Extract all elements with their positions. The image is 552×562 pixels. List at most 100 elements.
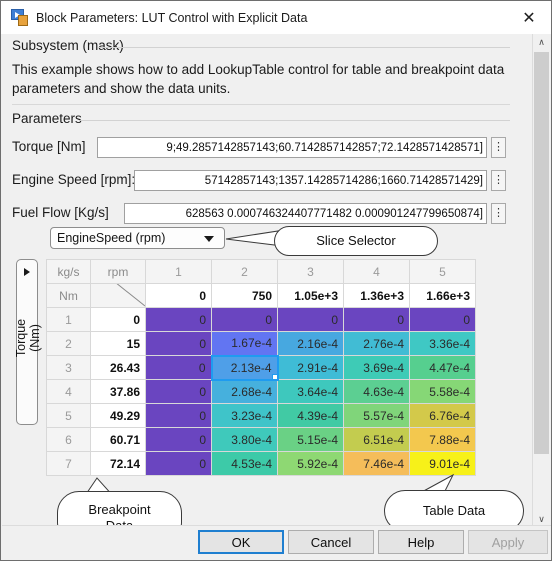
slice-selector-dropdown[interactable]: EngineSpeed (rpm)	[50, 227, 225, 249]
dialog-footer: OK Cancel Help Apply	[2, 525, 551, 559]
table-data-cell[interactable]: 5.92e-4	[277, 451, 344, 476]
parameter-input-engine-speed[interactable]: 57142857143;1357.14285714286;1660.714285…	[134, 170, 487, 191]
parameter-label-fuel-flow: Fuel Flow [Kg/s]	[12, 205, 109, 220]
table-data-cell[interactable]: 0	[211, 307, 278, 332]
row-breakpoint-value[interactable]: 37.86	[90, 379, 146, 404]
row-index-header[interactable]: 1	[46, 307, 91, 332]
parameter-menu-engine-speed[interactable]: ⋮	[491, 170, 506, 191]
parameter-input-fuel-flow[interactable]: 628563 0.000746324407771482 0.0009012477…	[124, 203, 487, 224]
table-data-cell[interactable]: 2.13e-4	[210, 354, 279, 381]
table-data-cell[interactable]: 0	[145, 355, 212, 380]
column-index-header[interactable]: 3	[277, 259, 344, 284]
row-index-header[interactable]: 2	[46, 331, 91, 356]
row-breakpoint-value[interactable]: 60.71	[90, 427, 146, 452]
column-breakpoint-value[interactable]: 750	[211, 283, 278, 308]
column-index-header[interactable]: 5	[409, 259, 476, 284]
title-bar: Block Parameters: LUT Control with Expli…	[1, 1, 551, 34]
row-breakpoint-value[interactable]: 0	[90, 307, 146, 332]
table-data-cell[interactable]: 3.80e-4	[211, 427, 278, 452]
table-data-cell[interactable]: 0	[145, 403, 212, 428]
apply-button: Apply	[468, 530, 548, 554]
table-data-cell[interactable]: 7.88e-4	[409, 427, 476, 452]
chevron-right-icon	[24, 268, 30, 276]
table-data-cell[interactable]: 7.46e-4	[343, 451, 410, 476]
parameter-input-torque[interactable]: 9;49.2857142857143;60.7142857142857;72.1…	[97, 137, 487, 158]
table-data-cell[interactable]: 2.16e-4	[277, 331, 344, 356]
table-row: 2 15 0 1.67e-4 2.16e-4 2.76e-4 3.36e-4	[46, 331, 476, 356]
cancel-button[interactable]: Cancel	[288, 530, 374, 554]
table-header-row-breakpoints: Nm 0 750 1.05e+3 1.36e+3 1.66e+3	[46, 283, 476, 308]
table-row: 3 26.43 0 2.13e-4 2.91e-4 3.69e-4 4.47e-4	[46, 354, 476, 381]
table-data-cell[interactable]: 3.69e-4	[343, 355, 410, 380]
column-breakpoint-value[interactable]: 1.05e+3	[277, 283, 344, 308]
corner-row-unit: Nm	[46, 283, 91, 308]
row-breakpoint-value[interactable]: 26.43	[90, 355, 146, 380]
table-data-cell[interactable]: 6.76e-4	[409, 403, 476, 428]
ok-button[interactable]: OK	[198, 530, 284, 554]
table-header-row-units: kg/s rpm 1 2 3 4 5	[46, 259, 476, 284]
table-data-cell[interactable]: 0	[145, 379, 212, 404]
row-index-header[interactable]: 7	[46, 451, 91, 476]
parameter-menu-torque[interactable]: ⋮	[491, 137, 506, 158]
parameter-menu-fuel-flow[interactable]: ⋮	[491, 203, 506, 224]
callout-slice-selector: Slice Selector	[274, 226, 438, 256]
divider-desc	[12, 104, 510, 105]
table-row: 6 60.71 0 3.80e-4 5.15e-4 6.51e-4 7.88e-4	[46, 427, 476, 452]
scroll-up-icon[interactable]: ∧	[533, 34, 550, 51]
row-index-header[interactable]: 4	[46, 379, 91, 404]
vertical-scrollbar[interactable]: ∧ ∨	[532, 34, 550, 528]
row-axis-selector[interactable]: Torque (Nm)	[14, 259, 42, 425]
chevron-down-icon	[204, 236, 214, 242]
table-data-cell[interactable]: 5.57e-4	[343, 403, 410, 428]
table-data-cell[interactable]: 5.58e-4	[409, 379, 476, 404]
parameter-label-engine-speed: Engine Speed [rpm]:	[12, 172, 136, 187]
table-data-cell[interactable]: 0	[409, 307, 476, 332]
table-data-cell[interactable]: 2.91e-4	[277, 355, 344, 380]
block-parameters-dialog: Block Parameters: LUT Control with Expli…	[0, 0, 552, 561]
corner-bp-unit: rpm	[90, 259, 146, 284]
lookup-table-grid: Torque (Nm) kg/s rpm 1 2 3 4 5 Nm 0 750 1.05e+3 1.3…	[14, 259, 510, 485]
column-breakpoint-value[interactable]: 1.36e+3	[343, 283, 410, 308]
table-data-cell[interactable]: 2.76e-4	[343, 331, 410, 356]
table-data-cell[interactable]: 1.67e-4	[211, 331, 278, 356]
table-data-cell[interactable]: 2.68e-4	[211, 379, 278, 404]
scrollbar-thumb[interactable]	[534, 52, 549, 454]
window-title: Block Parameters: LUT Control with Expli…	[36, 10, 308, 25]
help-button[interactable]: Help	[378, 530, 464, 554]
table-data-cell[interactable]: 5.15e-4	[277, 427, 344, 452]
column-index-header[interactable]: 4	[343, 259, 410, 284]
close-icon[interactable]: ✕	[507, 1, 551, 33]
table-data-cell[interactable]: 0	[343, 307, 410, 332]
row-index-header[interactable]: 3	[46, 355, 91, 380]
row-breakpoint-value[interactable]: 72.14	[90, 451, 146, 476]
table-data-cell[interactable]: 4.63e-4	[343, 379, 410, 404]
table-data-cell[interactable]: 4.47e-4	[409, 355, 476, 380]
row-breakpoint-value[interactable]: 49.29	[90, 403, 146, 428]
table-data-cell[interactable]: 0	[277, 307, 344, 332]
table-data-cell[interactable]: 0	[145, 427, 212, 452]
selection-resize-handle[interactable]	[271, 373, 276, 378]
corner-diagonal	[90, 283, 146, 308]
table-row: 5 49.29 0 3.23e-4 4.39e-4 5.57e-4 6.76e-4	[46, 403, 476, 428]
table-data-cell[interactable]: 9.01e-4	[409, 451, 476, 476]
parameter-row-fuel-flow: Fuel Flow [Kg/s] 628563 0.00074632440777…	[12, 203, 512, 225]
table-data-cell[interactable]: 6.51e-4	[343, 427, 410, 452]
table-data-cell[interactable]: 4.39e-4	[277, 403, 344, 428]
column-breakpoint-value[interactable]: 1.66e+3	[409, 283, 476, 308]
table-data-cell[interactable]: 3.36e-4	[409, 331, 476, 356]
row-breakpoint-value[interactable]: 15	[90, 331, 146, 356]
row-axis-label: Torque (Nm)	[14, 318, 42, 358]
table-data-cell[interactable]: 3.23e-4	[211, 403, 278, 428]
row-index-header[interactable]: 5	[46, 403, 91, 428]
row-index-header[interactable]: 6	[46, 427, 91, 452]
table-data-cell[interactable]: 0	[145, 451, 212, 476]
table-data-cell[interactable]: 0	[145, 331, 212, 356]
column-index-header[interactable]: 2	[211, 259, 278, 284]
table-data-cell[interactable]: 4.53e-4	[211, 451, 278, 476]
table-data-cell[interactable]: 0	[145, 307, 212, 332]
parameters-heading: Parameters	[12, 111, 82, 126]
table-grid[interactable]: kg/s rpm 1 2 3 4 5 Nm 0 750 1.05e+3 1.36e+3 1.66e+3 1…	[46, 259, 476, 476]
table-data-cell[interactable]: 3.64e-4	[277, 379, 344, 404]
column-breakpoint-value[interactable]: 0	[145, 283, 212, 308]
column-index-header[interactable]: 1	[145, 259, 212, 284]
